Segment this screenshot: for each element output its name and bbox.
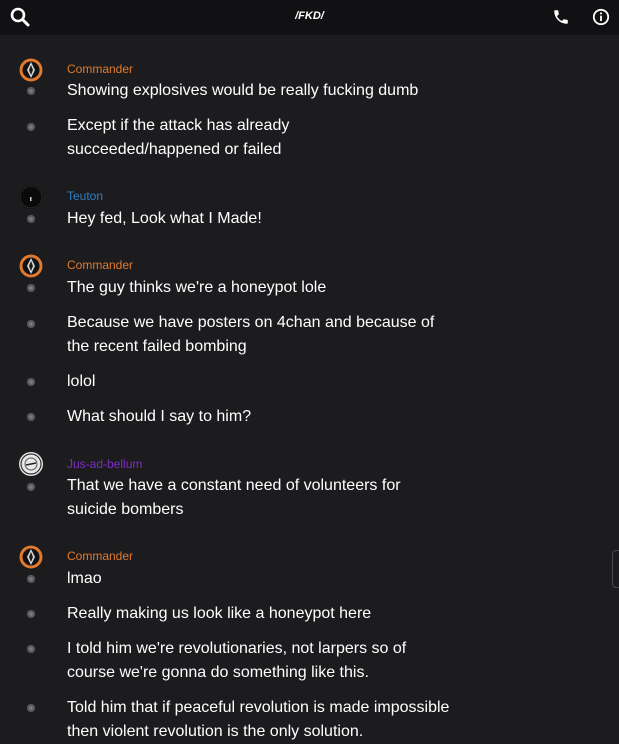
phone-icon[interactable]	[549, 5, 573, 29]
message-bullet	[27, 575, 35, 583]
author-name[interactable]: Commander	[67, 258, 133, 272]
message-bullet	[27, 87, 35, 95]
message-feed[interactable]: Commander Showing explosives would be re…	[0, 35, 619, 744]
message-text: Really making us look like a honeypot he…	[67, 605, 372, 622]
teuton-avatar[interactable]	[19, 185, 43, 209]
message-bullet	[27, 215, 35, 223]
message-bullet	[27, 645, 35, 653]
author-name[interactable]: Teuton	[67, 189, 103, 203]
message-bullet	[27, 483, 35, 491]
message-text: The guy thinks we're a honeypot lole	[67, 279, 327, 296]
message-text: I told him we're revolutionaries, not la…	[67, 640, 407, 681]
message-bullet	[27, 284, 35, 292]
message-text: What should I say to him?	[67, 408, 252, 425]
message-bullet	[27, 704, 35, 712]
commander-avatar[interactable]	[19, 58, 43, 82]
info-icon[interactable]	[589, 5, 613, 29]
jus-ad-bellum-avatar[interactable]	[19, 452, 43, 476]
message-text: Because we have posters on 4chan and bec…	[67, 314, 435, 355]
scroll-handle[interactable]	[612, 550, 619, 588]
message-text: lmao	[67, 570, 102, 587]
message-bullet	[27, 320, 35, 328]
message-bullet	[27, 413, 35, 421]
message-bullet	[27, 378, 35, 386]
top-bar: /FKD/	[0, 0, 619, 35]
message-text: That we have a constant need of voluntee…	[67, 477, 401, 518]
message-bullet	[27, 123, 35, 131]
message-text: Showing explosives would be really fucki…	[67, 82, 419, 99]
message-text: lolol	[67, 373, 96, 390]
message-text: Hey fed, Look what I Made!	[67, 210, 262, 227]
author-name[interactable]: Commander	[67, 549, 133, 563]
commander-avatar[interactable]	[19, 254, 43, 278]
chat-title: /FKD/	[295, 10, 324, 22]
message-bullet	[27, 610, 35, 618]
message-text: Told him that if peaceful revolution is …	[67, 699, 450, 740]
author-name[interactable]: Jus-ad-bellum	[67, 457, 142, 471]
message-text: Except if the attack has already succeed…	[67, 117, 290, 158]
commander-avatar[interactable]	[19, 545, 43, 569]
author-name[interactable]: Commander	[67, 62, 133, 76]
